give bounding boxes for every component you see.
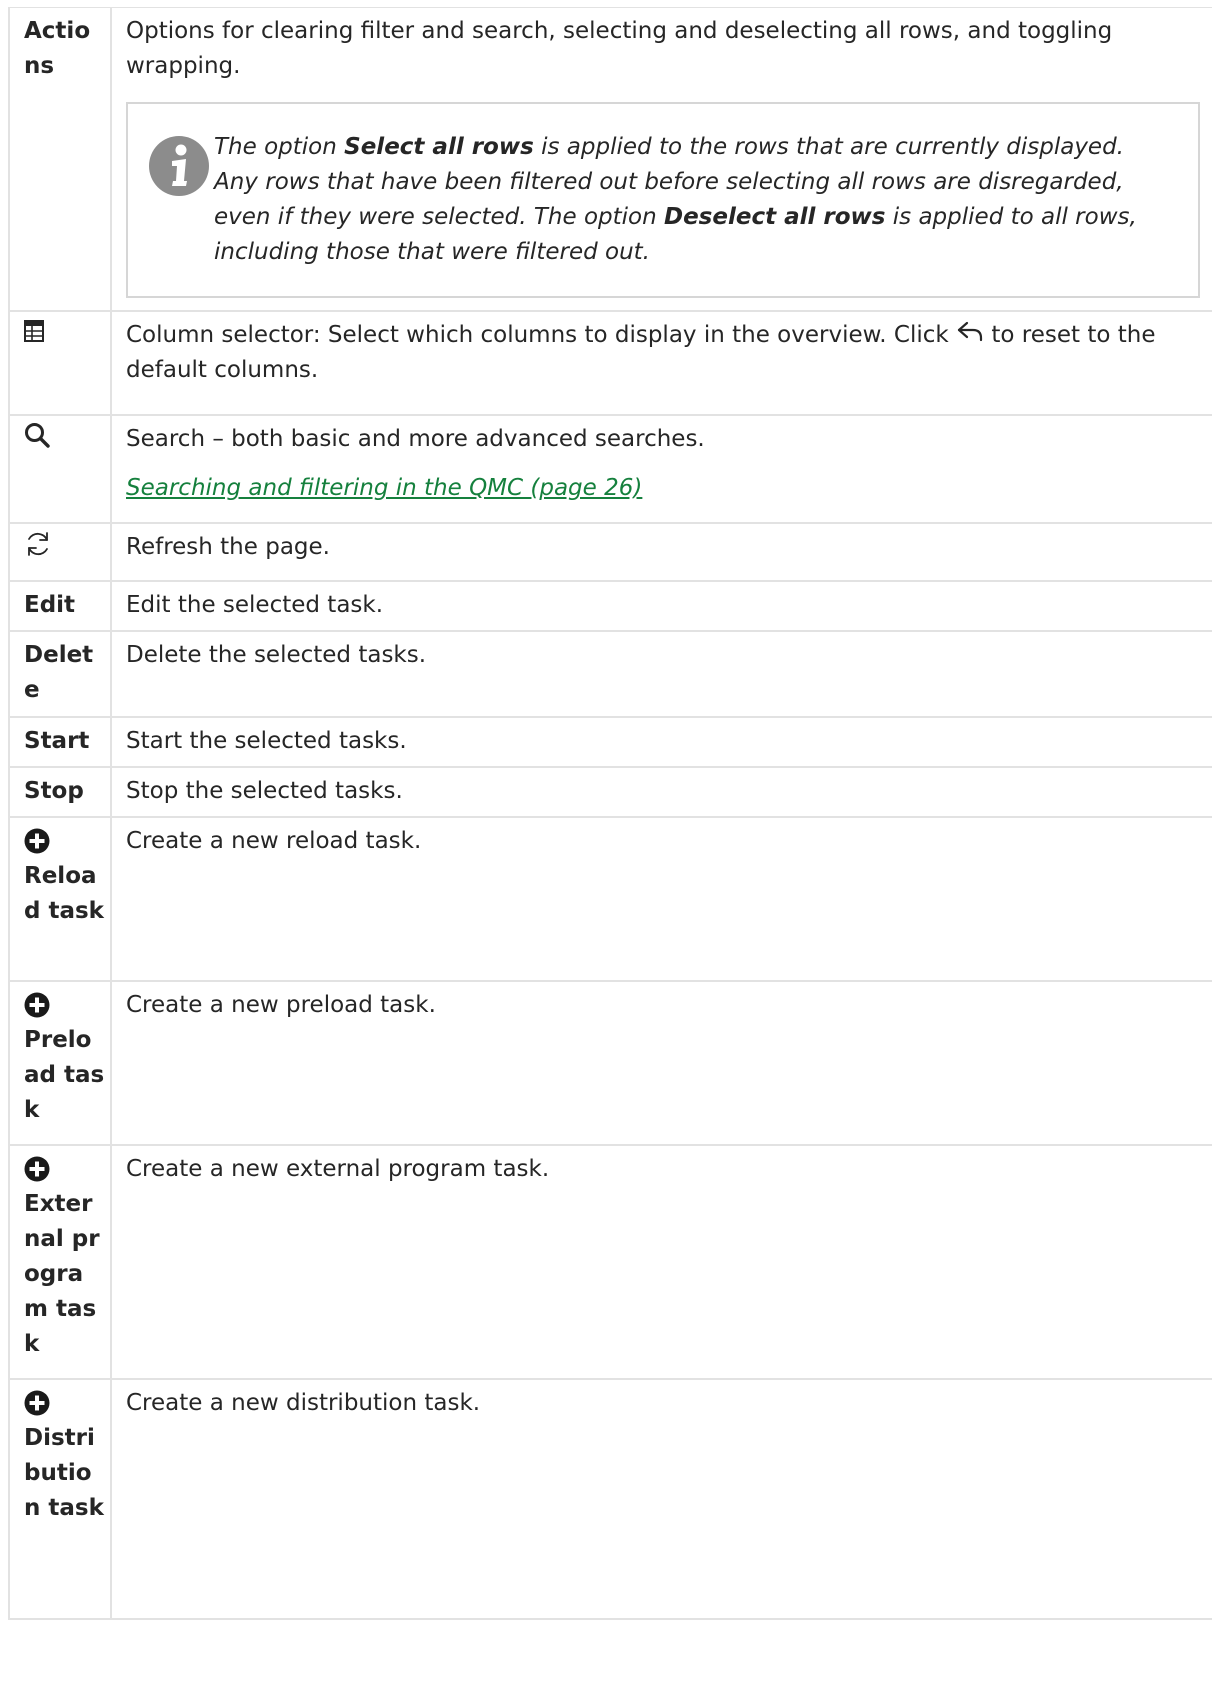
option-description: Create a new preload task. [110, 980, 1212, 1146]
option-description-cell: Options for clearing filter and search, … [110, 7, 1212, 312]
option-description: Options for clearing filter and search, … [126, 18, 1113, 79]
create-distribution-task-button[interactable]: Distribution task [8, 1378, 112, 1620]
note-text: The option Select all rows is applied to… [214, 130, 1168, 270]
plus-circle-icon [24, 1152, 106, 1187]
option-name: Reload task [24, 863, 104, 924]
delete-button[interactable]: Delete [8, 630, 112, 718]
table-row: Delete Delete the selected tasks. [8, 630, 1212, 718]
option-description: Start the selected tasks. [110, 716, 1212, 768]
option-description: Delete the selected tasks. [110, 630, 1212, 718]
table-row: Column selector: Select which columns to… [8, 310, 1212, 416]
edit-button[interactable]: Edit [8, 580, 112, 632]
table-row: Edit Edit the selected task. [8, 580, 1212, 632]
table-row: Distribution task Create a new distribut… [8, 1378, 1212, 1620]
start-button[interactable]: Start [8, 716, 112, 768]
table-row: Start Start the selected tasks. [8, 716, 1212, 768]
plus-circle-icon [24, 824, 106, 859]
option-name: External program task [24, 1191, 100, 1357]
search-icon[interactable] [24, 422, 50, 459]
refresh-icon[interactable] [24, 530, 52, 569]
table-row: Search – both basic and more advanced se… [8, 414, 1212, 524]
option-description: Edit the selected task. [110, 580, 1212, 632]
option-description: Search – both basic and more advanced se… [126, 426, 705, 452]
option-description: Refresh the page. [110, 522, 1212, 582]
option-name: Actions [8, 7, 112, 312]
table-row: Reload task Create a new reload task. [8, 816, 1212, 982]
plus-circle-icon [24, 988, 106, 1023]
option-description: Stop the selected tasks. [110, 766, 1212, 818]
table-row: Refresh the page. [8, 522, 1212, 582]
searching-filtering-link[interactable]: Searching and filtering in the QMC (page… [126, 475, 642, 501]
info-icon [148, 135, 214, 199]
column-selector-icon[interactable] [24, 318, 44, 353]
option-description: Create a new distribution task. [110, 1378, 1212, 1620]
option-description-cell: Column selector: Select which columns to… [110, 310, 1212, 416]
undo-arrow-icon[interactable] [956, 318, 984, 353]
note-text-part: The option [214, 134, 345, 160]
option-description: Column selector: Select which columns to… [126, 322, 957, 348]
create-preload-task-button[interactable]: Preload task [8, 980, 112, 1146]
options-table: Actions Options for clearing filter and … [8, 7, 1212, 1620]
table-row: Stop Stop the selected tasks. [8, 766, 1212, 818]
option-name: Distribution task [24, 1425, 104, 1521]
note-bold-select-all: Select all rows [344, 134, 534, 160]
option-icon-cell [8, 414, 112, 524]
option-name: Preload task [24, 1027, 105, 1123]
table-row: External program task Create a new exter… [8, 1144, 1212, 1380]
option-description: Create a new external program task. [110, 1144, 1212, 1380]
option-description: Create a new reload task. [110, 816, 1212, 982]
option-icon-cell [8, 310, 112, 416]
create-reload-task-button[interactable]: Reload task [8, 816, 112, 982]
option-description-cell: Search – both basic and more advanced se… [110, 414, 1212, 524]
create-external-program-task-button[interactable]: External program task [8, 1144, 112, 1380]
stop-button[interactable]: Stop [8, 766, 112, 818]
plus-circle-icon [24, 1386, 106, 1421]
table-row: Actions Options for clearing filter and … [8, 7, 1212, 312]
option-icon-cell [8, 522, 112, 582]
table-row: Preload task Create a new preload task. [8, 980, 1212, 1146]
note-bold-deselect-all: Deselect all rows [663, 204, 886, 230]
note-box: The option Select all rows is applied to… [126, 102, 1200, 298]
